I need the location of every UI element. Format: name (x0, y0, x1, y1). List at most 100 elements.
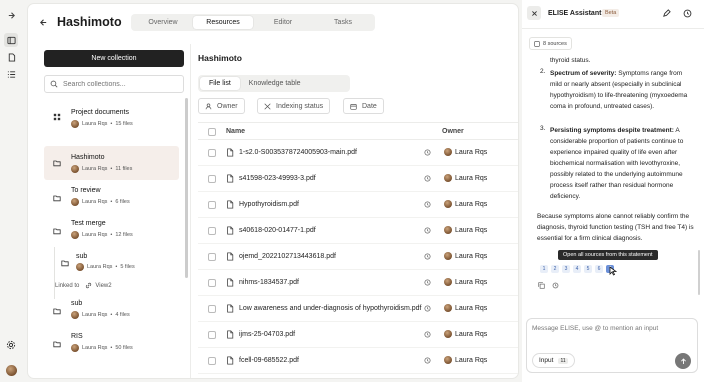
row-checkbox[interactable] (208, 227, 216, 235)
tab-editor[interactable]: Editor (253, 16, 313, 29)
table-row[interactable]: Hypothyroidism.pdf Laura Rqs (198, 192, 518, 218)
message-list-item: Spectrum of severity: Symptoms range fro… (550, 70, 688, 110)
edit-icon[interactable] (662, 9, 671, 18)
tab-tasks[interactable]: Tasks (313, 16, 373, 29)
collection-item[interactable]: Project documents Laura Rqs • 15 files (44, 101, 179, 133)
file-name: Low awareness and under-diagnosis of hyp… (239, 305, 422, 312)
avatar (444, 356, 452, 364)
file-icon (226, 200, 234, 209)
info-icon[interactable] (424, 331, 431, 338)
info-icon[interactable] (424, 227, 431, 234)
citation-badge[interactable]: 1 (540, 265, 548, 273)
table-row[interactable]: 1-s2.0-S0035378724005903-main.pdf Laura … (198, 140, 518, 166)
linked-to: Linked to View2 (55, 282, 112, 289)
linked-view-link[interactable]: View2 (85, 282, 112, 289)
avatar (444, 304, 452, 312)
info-icon[interactable] (424, 201, 431, 208)
documents-icon[interactable] (4, 50, 18, 64)
select-all-checkbox[interactable] (208, 128, 216, 136)
tooltip: Open all sources from this statement (558, 250, 658, 260)
collection-meta: Laura Rqs • 4 files (71, 311, 130, 319)
sub-collection-item[interactable]: sub Laura Rqs • 5 files Linked to View2 (54, 247, 179, 299)
date-filter[interactable]: Date (343, 98, 384, 114)
settings-gear-icon[interactable] (4, 338, 18, 352)
collection-item[interactable]: RIS Laura Rqs • 50 files (44, 329, 179, 359)
table-row[interactable]: s41598-023-49993-3.pdf Laura Rqs (198, 166, 518, 192)
close-assistant-button[interactable] (527, 6, 541, 20)
row-checkbox[interactable] (208, 305, 216, 313)
table-row[interactable]: fcell-09-685522.pdf Laura Rqs (198, 348, 518, 374)
file-owner: Laura Rqs (444, 252, 487, 260)
table-row[interactable]: s40618-020-01477-1.pdf Laura Rqs (198, 218, 518, 244)
projects-icon[interactable] (4, 33, 18, 47)
citation-badge[interactable]: 5 (584, 265, 592, 273)
tab-knowledge-table[interactable]: Knowledge table (240, 77, 310, 90)
tab-file-list[interactable]: File list (200, 77, 240, 90)
tab-overview[interactable]: Overview (133, 16, 193, 29)
info-icon[interactable] (424, 279, 431, 286)
files-title: Hashimoto (198, 53, 242, 63)
chat-scrollbar[interactable] (698, 250, 700, 295)
avatar (71, 344, 79, 352)
file-view-tabs: File list Knowledge table (198, 75, 350, 92)
row-checkbox[interactable] (208, 279, 216, 287)
info-icon[interactable] (424, 149, 431, 156)
refresh-icon[interactable] (552, 282, 559, 289)
copy-icon[interactable] (538, 282, 545, 289)
collection-item[interactable]: Test merge Laura Rqs • 12 files (44, 216, 179, 246)
collection-meta: Laura Rqs • 15 files (71, 120, 133, 128)
expand-sidebar-icon[interactable] (4, 8, 18, 22)
info-icon[interactable] (424, 305, 431, 312)
table-row[interactable]: Low awareness and under-diagnosis of hyp… (198, 296, 518, 322)
arrow-up-icon (680, 357, 686, 364)
collection-item[interactable]: sub Laura Rqs • 4 files (44, 296, 179, 326)
collection-list: Project documents Laura Rqs • 15 files Has… (44, 101, 184, 378)
search-input[interactable] (63, 80, 173, 88)
column-owner[interactable]: Owner (442, 128, 464, 135)
info-icon[interactable] (424, 175, 431, 182)
input-count-badge: 11 (558, 357, 568, 364)
avatar (444, 252, 452, 260)
table-row[interactable]: ojemd_2022102713443618.pdf Laura Rqs (198, 244, 518, 270)
row-checkbox[interactable] (208, 175, 216, 183)
tab-resources[interactable]: Resources (193, 16, 253, 29)
row-checkbox[interactable] (208, 201, 216, 209)
file-owner: Laura Rqs (444, 330, 487, 338)
new-collection-button[interactable]: New collection (44, 50, 184, 67)
collection-name: Test merge (71, 220, 106, 227)
send-button[interactable] (675, 353, 691, 369)
collections-scrollbar[interactable] (185, 98, 188, 278)
collection-name: sub (76, 253, 88, 260)
collection-item-selected[interactable]: Hashimoto Laura Rqs • 11 files (44, 146, 179, 180)
input-selector-button[interactable]: Input 11 (532, 353, 575, 368)
citation-badge[interactable]: 2 (551, 265, 559, 273)
history-icon[interactable] (683, 9, 692, 18)
citation-badge[interactable]: 4 (573, 265, 581, 273)
file-name: 1-s2.0-S0035378724005903-main.pdf (239, 149, 357, 156)
column-name[interactable]: Name (226, 128, 245, 135)
table-row[interactable]: nihms-1834537.pdf Laura Rqs (198, 270, 518, 296)
row-checkbox[interactable] (208, 357, 216, 365)
sources-badge[interactable]: 8 sources (529, 37, 572, 50)
collection-item[interactable]: To review Laura Rqs • 6 files (44, 183, 179, 213)
row-checkbox[interactable] (208, 331, 216, 339)
file-owner: Laura Rqs (444, 148, 487, 156)
collection-meta: Laura Rqs • 50 files (71, 344, 133, 352)
list-icon[interactable] (4, 67, 18, 81)
owner-filter[interactable]: Owner (198, 98, 245, 114)
row-checkbox[interactable] (208, 149, 216, 157)
file-name: ijms-25-04703.pdf (239, 331, 296, 338)
file-owner: Laura Rqs (444, 200, 487, 208)
citation-badge[interactable]: 3 (562, 265, 570, 273)
row-checkbox[interactable] (208, 253, 216, 261)
user-avatar[interactable] (4, 363, 18, 377)
avatar (444, 278, 452, 286)
table-row[interactable]: ijms-25-04703.pdf Laura Rqs (198, 322, 518, 348)
info-icon[interactable] (424, 253, 431, 260)
citation-badge[interactable]: 6 (595, 265, 603, 273)
info-icon[interactable] (424, 357, 431, 364)
collection-name: sub (71, 300, 83, 307)
indexing-status-filter[interactable]: Indexing status (257, 98, 331, 114)
back-arrow-icon[interactable] (39, 18, 48, 27)
message-input[interactable] (532, 325, 682, 339)
